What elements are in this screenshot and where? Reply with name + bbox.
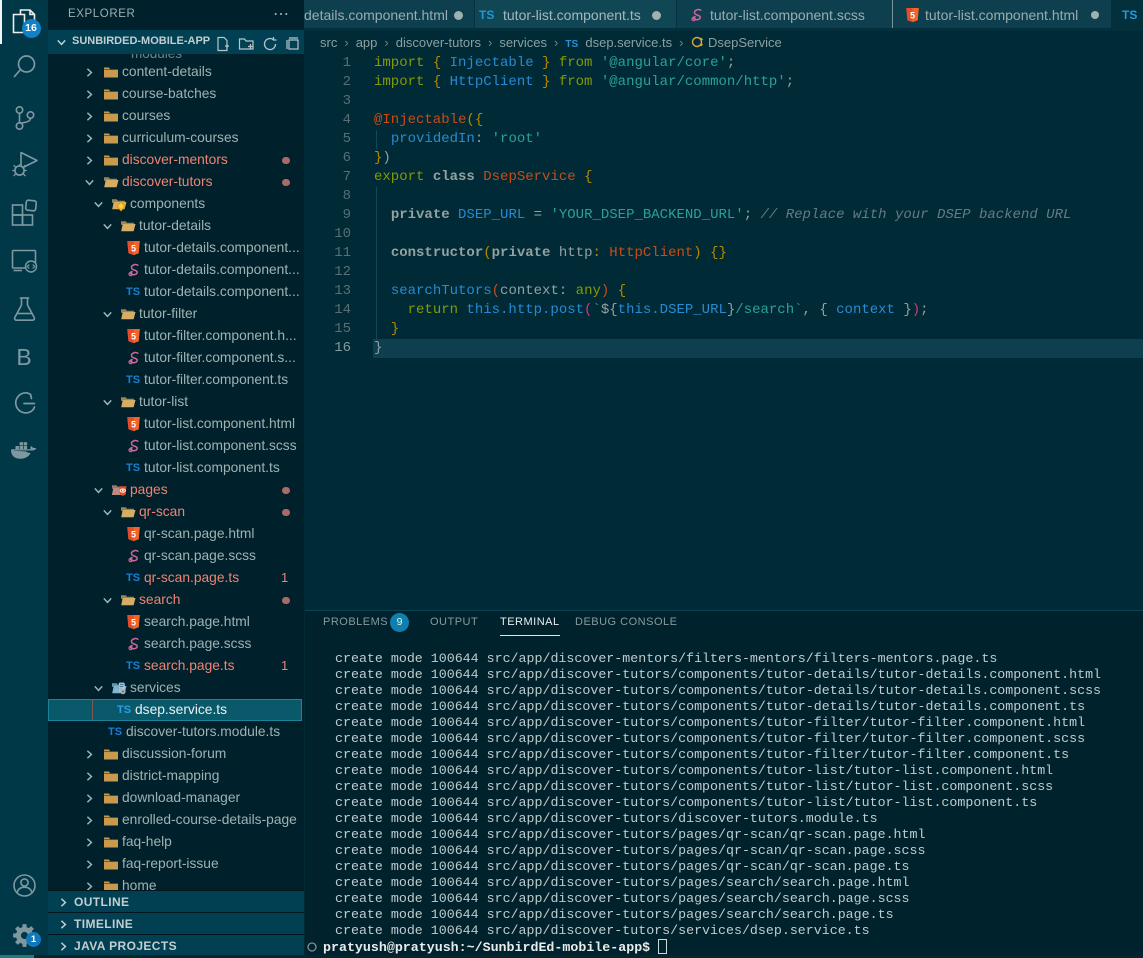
svg-text:5: 5 [131, 529, 136, 539]
svg-text:5: 5 [131, 243, 136, 253]
svg-text:5: 5 [131, 419, 136, 429]
svg-text:5: 5 [910, 10, 915, 20]
svg-text:5: 5 [131, 617, 136, 627]
svg-text:5: 5 [131, 331, 136, 341]
